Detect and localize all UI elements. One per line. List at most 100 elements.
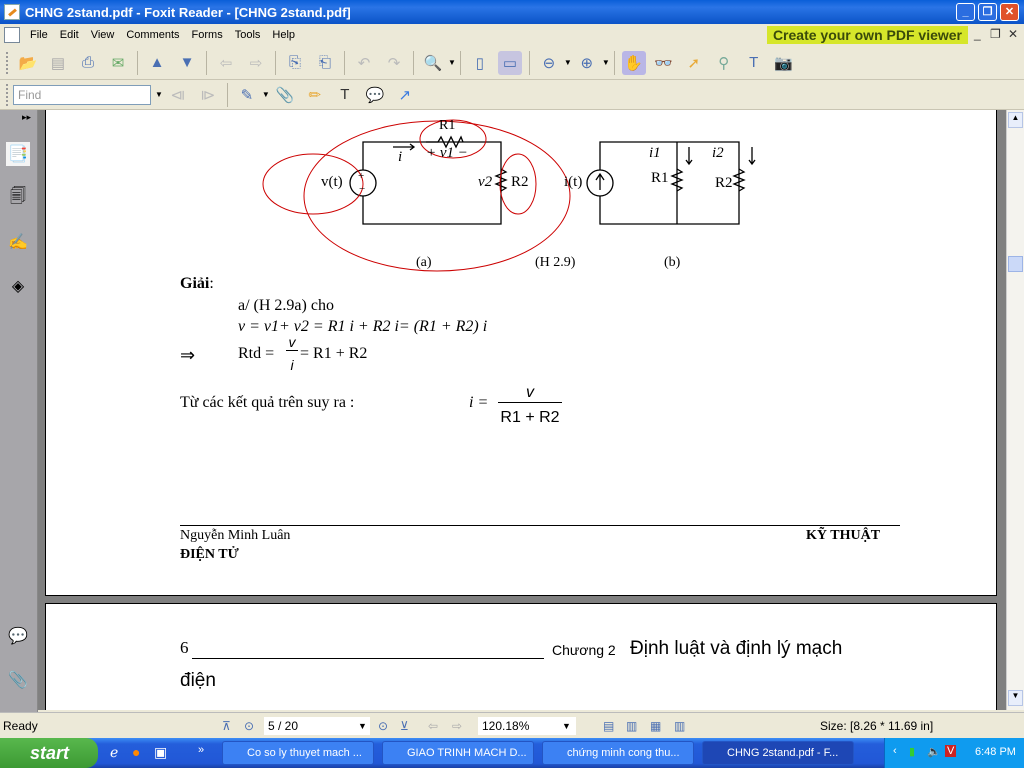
solution-line-2: v = v1+ v2 = R1 i + R2 i= (R1 + R2) i (238, 318, 488, 335)
signatures-icon[interactable]: ✍ (6, 230, 30, 254)
task-folder-2[interactable]: GIAO TRINH MACH D... (382, 741, 534, 765)
create-pdf-viewer-banner[interactable]: Create your own PDF viewer (766, 26, 968, 44)
facing-view-icon[interactable]: ▦ (650, 719, 661, 733)
pages-icon[interactable]: 🗐 (6, 186, 30, 210)
reading-mode-icon[interactable]: 👓 (652, 51, 676, 75)
first-page-button[interactable]: ⊼ (222, 719, 231, 733)
tray-expand-icon[interactable]: ‹ (893, 745, 897, 757)
menu-file[interactable]: File (24, 29, 54, 41)
task-firefox[interactable]: chứng minh cong thu... (542, 741, 694, 765)
select-arrow-icon[interactable]: ➚ (682, 51, 706, 75)
prev-page-button[interactable]: ⊙ (244, 719, 254, 733)
bookmarks-icon[interactable]: 📑 (6, 142, 30, 166)
back-icon[interactable]: ⇦ (214, 51, 238, 75)
arrow-tool-icon[interactable]: ↗ (393, 83, 417, 107)
attachments-icon[interactable]: 📎 (6, 668, 30, 692)
label-i1: i1 (649, 145, 661, 161)
status-back-button[interactable]: ⇦ (428, 719, 438, 733)
fit-width-icon[interactable]: ▭ (497, 50, 522, 75)
antivirus-icon[interactable]: V (945, 745, 957, 757)
firefox-quicklaunch-icon[interactable]: ● (132, 744, 140, 760)
minimize-button[interactable]: _ (956, 3, 975, 21)
single-page-view-icon[interactable]: ▤ (603, 719, 614, 733)
label-r2: R2 (511, 174, 529, 190)
next-page-button[interactable]: ⊙ (378, 719, 388, 733)
page-dropdown-icon[interactable]: ▼ (358, 721, 367, 731)
implies-arrow: ⇒ (180, 345, 196, 365)
label-i2: i2 (712, 145, 724, 161)
hand-tool-icon[interactable]: ✋ (621, 50, 646, 75)
find-previous-icon[interactable]: ⧏ (166, 83, 190, 107)
doc-restore-button[interactable]: ❐ (990, 27, 1001, 41)
zoom-dropdown-icon[interactable]: ▼ (448, 58, 456, 67)
menu-help[interactable]: Help (266, 29, 301, 41)
menu-edit[interactable]: Edit (54, 29, 85, 41)
task-folder-1[interactable]: Co so ly thuyet mach ... (222, 741, 374, 765)
zoom-select-dropdown-icon[interactable]: ▼ (562, 721, 571, 731)
redo-icon[interactable]: ↷ (382, 51, 406, 75)
label-v2: v2 (478, 174, 493, 190)
zoom-in-dropdown-icon[interactable]: ▼ (602, 58, 610, 67)
volume-icon[interactable]: 🔈 (927, 745, 941, 758)
scroll-down-button[interactable]: ▼ (1008, 690, 1023, 706)
binoculars-icon[interactable]: ⚲ (712, 51, 736, 75)
undo-icon[interactable]: ↶ (352, 51, 376, 75)
insert-page-icon[interactable]: ⎘ (283, 51, 307, 75)
print-icon[interactable]: ⎙ (76, 51, 100, 75)
email-icon[interactable]: ✉ (106, 51, 130, 75)
zoom-out-icon[interactable]: ⊖ (537, 51, 561, 75)
zoom-in-icon[interactable]: ⊕ (575, 51, 599, 75)
desktop-quicklaunch-icon[interactable]: ▣ (154, 744, 167, 761)
network-icon[interactable]: ▮ (909, 745, 915, 758)
doc-minimize-button[interactable]: _ (974, 27, 981, 41)
maximize-button[interactable]: ❐ (978, 3, 997, 21)
layers-icon[interactable]: ◈ (6, 274, 30, 298)
zoom-in-tool-icon[interactable]: 🔍 (421, 51, 445, 75)
find-input[interactable]: Find (13, 84, 151, 105)
quicklaunch-more-icon[interactable]: » (198, 744, 204, 756)
pdf-page-5: + − R1 + v1 − i v(t) v2 R2 i(t) i1 i2 R1 … (45, 110, 997, 596)
menu-tools[interactable]: Tools (229, 29, 267, 41)
close-button[interactable]: ✕ (1000, 3, 1019, 21)
doc-close-button[interactable]: ✕ (1008, 27, 1018, 41)
start-button[interactable]: start (0, 738, 98, 768)
document-view[interactable]: + − R1 + v1 − i v(t) v2 R2 i(t) i1 i2 R1 … (38, 110, 1006, 710)
forward-icon[interactable]: ⇨ (244, 51, 268, 75)
expand-sidebar-icon[interactable]: ▸▸ (22, 112, 31, 123)
menu-comments[interactable]: Comments (120, 29, 185, 41)
comments-panel-icon[interactable]: 💬 (6, 624, 30, 648)
scroll-thumb[interactable] (1008, 256, 1023, 272)
continuous-view-icon[interactable]: ▥ (626, 719, 637, 733)
attach-file-icon[interactable]: 📎 (273, 83, 297, 107)
label-r2-b: R2 (715, 175, 733, 191)
zoom-out-dropdown-icon[interactable]: ▼ (564, 58, 572, 67)
vertical-scrollbar[interactable]: ▲ ▼ (1006, 110, 1024, 710)
page-number-input[interactable]: 5 / 20 (264, 716, 370, 735)
ie-quicklaunch-icon[interactable]: ℯ (110, 744, 118, 761)
task-foxit[interactable]: CHNG 2stand.pdf - F... (702, 741, 854, 765)
next-page-icon[interactable]: ▼ (175, 51, 199, 75)
last-page-button[interactable]: ⊻ (400, 719, 409, 733)
save-icon[interactable]: ▤ (46, 51, 70, 75)
note-edit-icon[interactable]: ✏ (303, 83, 327, 107)
text-box-icon[interactable]: T (333, 83, 357, 107)
find-next-icon[interactable]: ⧐ (196, 83, 220, 107)
status-forward-button[interactable]: ⇨ (452, 719, 462, 733)
caption-b: (b) (664, 255, 681, 270)
open-icon[interactable]: 📂 (16, 51, 40, 75)
label-vt: v(t) (321, 174, 343, 190)
secondary-toolbar: Find ▼ ⧏ ⧐ ✎ ▼ 📎 ✏ T 💬 ↗ (0, 80, 1024, 110)
comment-icon[interactable]: 💬 (363, 83, 387, 107)
fit-page-icon[interactable]: ▯ (468, 51, 492, 75)
scroll-up-button[interactable]: ▲ (1008, 112, 1023, 128)
typewriter-dropdown-icon[interactable]: ▼ (262, 90, 270, 99)
previous-page-icon[interactable]: ▲ (145, 51, 169, 75)
snapshot-icon[interactable]: 📷 (772, 51, 796, 75)
continuous-facing-view-icon[interactable]: ▥ (674, 719, 685, 733)
text-select-icon[interactable]: T (742, 51, 766, 75)
extract-page-icon[interactable]: ⎗ (313, 51, 337, 75)
typewriter-icon[interactable]: ✎ (235, 83, 259, 107)
menu-forms[interactable]: Forms (186, 29, 229, 41)
find-dropdown-icon[interactable]: ▼ (155, 90, 163, 99)
menu-view[interactable]: View (85, 29, 121, 41)
